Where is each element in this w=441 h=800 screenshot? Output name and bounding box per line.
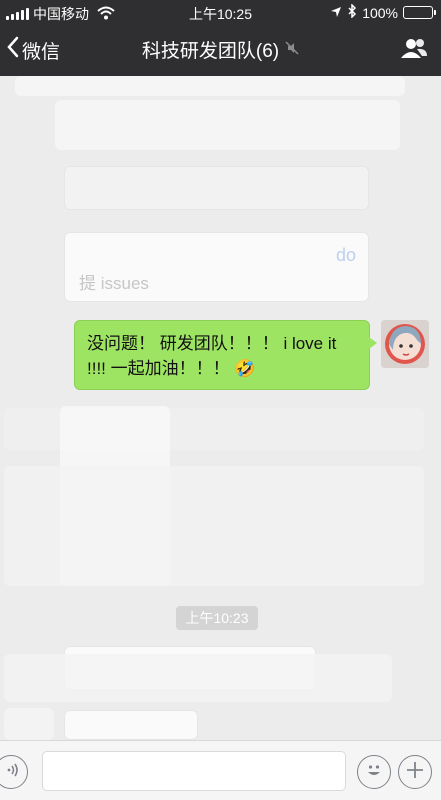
chat-area[interactable]: do 提 issues 没问题！ 研发团队！！！ i love it !!!! … <box>0 76 441 740</box>
ghost-link-text: do <box>335 245 356 265</box>
mute-icon <box>285 39 299 61</box>
plus-button[interactable] <box>398 755 432 789</box>
redacted-message <box>4 466 424 586</box>
redacted-message <box>4 654 392 702</box>
chat-title: 科技研发团队(6) <box>0 36 441 63</box>
redacted-message <box>55 100 400 150</box>
message-bubble-incoming: do 提 issues <box>64 232 369 302</box>
input-bar <box>0 740 441 800</box>
chat-title-text: 科技研发团队(6) <box>141 41 280 62</box>
location-icon <box>330 5 342 21</box>
ghost-issues-text: 提 issues <box>79 274 149 293</box>
battery-text: 100% <box>362 4 398 21</box>
redacted-message <box>4 708 54 740</box>
outgoing-message-text: 没问题！ 研发团队！！！ i love it !!!! 一起加油！！！ 🤣 <box>87 334 337 378</box>
redacted-message <box>64 710 198 740</box>
message-input[interactable] <box>42 751 346 791</box>
members-button[interactable] <box>399 36 429 65</box>
status-right: 100% <box>330 3 436 21</box>
voice-button[interactable] <box>0 755 28 789</box>
bluetooth-icon <box>347 3 357 21</box>
redacted-message <box>64 166 369 210</box>
status-bar: 中国移动 上午10:25 100% <box>0 0 441 26</box>
emoji-icon <box>362 758 386 787</box>
redacted-message <box>15 76 405 96</box>
members-icon <box>399 39 429 64</box>
avatar[interactable] <box>381 320 429 368</box>
top-bar: 中国移动 上午10:25 100% 微信 科技研发团队(6) <box>0 0 441 88</box>
voice-icon <box>2 761 20 784</box>
emoji-button[interactable] <box>357 755 391 789</box>
message-bubble-outgoing[interactable]: 没问题！ 研发团队！！！ i love it !!!! 一起加油！！！ 🤣 <box>74 320 377 390</box>
nav-bar: 微信 科技研发团队(6) <box>0 26 441 76</box>
plus-icon <box>405 760 425 785</box>
battery-icon <box>403 6 436 19</box>
timestamp-chip: 上午10:23 <box>176 606 258 630</box>
